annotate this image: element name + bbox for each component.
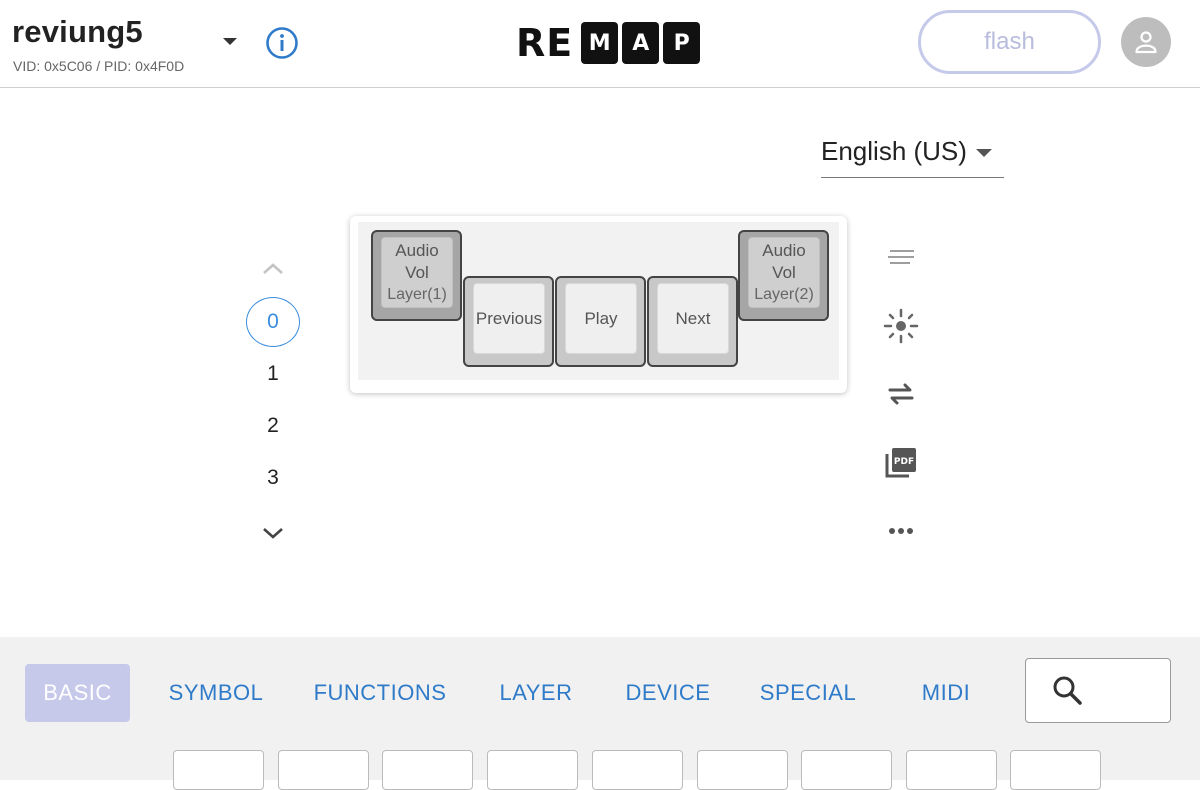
layer-2[interactable]: 2 [246,402,300,450]
swap-arrows-icon [888,383,914,405]
keyboard-language-select[interactable]: English (US) [821,132,1004,178]
pdf-icon: PDF [885,448,916,478]
layer-1[interactable]: 1 [246,350,300,398]
lines-menu-button[interactable] [881,238,921,278]
more-dots-icon [889,528,913,534]
logo-letter-p: P [663,22,701,64]
palette-key[interactable] [801,750,892,790]
key-next[interactable]: Next [647,276,738,367]
key-audio-vol-layer1[interactable]: Audio Vol Layer(1) [371,230,462,321]
key-label: Next [675,308,711,328]
account-button[interactable] [1121,17,1171,67]
flash-button[interactable]: flash [918,10,1101,74]
tab-special[interactable]: SPECIAL [752,664,864,722]
key-label: Play [584,308,618,328]
key-sublabel: Layer(1) [387,285,447,303]
key-previous[interactable]: Previous [463,276,554,367]
key-sublabel: Layer(2) [754,285,814,303]
tab-symbol[interactable]: SYMBOL [160,664,272,722]
palette-key[interactable] [487,750,578,790]
app-header: reviung5 VID: 0x5C06 / PID: 0x4F0D RE M … [0,0,1200,88]
keycap: Audio Vol Layer(2) [748,237,820,308]
tab-midi[interactable]: MIDI [910,664,982,722]
keycap: Audio Vol Layer(1) [381,237,453,308]
logo-letter-m: M [581,22,619,64]
palette-key[interactable] [382,750,473,790]
pdf-export-button[interactable]: PDF [881,442,921,482]
lines-icon [888,250,914,264]
tab-layer[interactable]: LAYER [490,664,582,722]
light-icon [883,308,919,344]
logo-letter-a: A [622,22,660,64]
tab-device[interactable]: DEVICE [618,664,718,722]
chevron-down-icon [976,149,992,157]
svg-text:PDF: PDF [894,457,914,467]
palette-key[interactable] [173,750,264,790]
lighting-button[interactable] [881,306,921,346]
palette-key[interactable] [592,750,683,790]
palette-key[interactable] [906,750,997,790]
tab-basic[interactable]: BASIC [25,664,130,722]
key-audio-vol-layer2[interactable]: Audio Vol Layer(2) [738,230,829,321]
palette-key[interactable] [1010,750,1101,790]
keyboard-menu-dropdown-icon[interactable] [220,36,240,48]
swap-button[interactable] [881,374,921,414]
layer-0[interactable]: 0 [246,297,300,347]
palette-key[interactable] [697,750,788,790]
language-value: English (US) [821,136,967,166]
layer-3[interactable]: 3 [246,454,300,502]
keycode-search-button[interactable] [1025,658,1171,723]
key-play[interactable]: Play [555,276,646,367]
keyboard-name: reviung5 [12,14,143,49]
key-label: Previous [475,308,543,328]
chevron-up-icon[interactable] [261,260,285,276]
chevron-down-icon[interactable] [261,525,285,541]
info-icon[interactable] [265,26,299,60]
more-options-button[interactable] [881,511,921,551]
remap-logo: RE M A P [516,21,701,65]
key-label: Audio Vol [762,240,806,282]
keycap: Play [565,283,637,354]
tab-functions[interactable]: FUNCTIONS [305,664,455,722]
palette-key[interactable] [278,750,369,790]
keycap: Next [657,283,729,354]
account-icon [1135,31,1157,54]
search-icon [1053,676,1082,705]
logo-text: RE [516,21,574,65]
keyboard-ids: VID: 0x5C06 / PID: 0x4F0D [13,58,185,74]
keycap: Previous [473,283,545,354]
key-label: Audio Vol [395,240,439,282]
